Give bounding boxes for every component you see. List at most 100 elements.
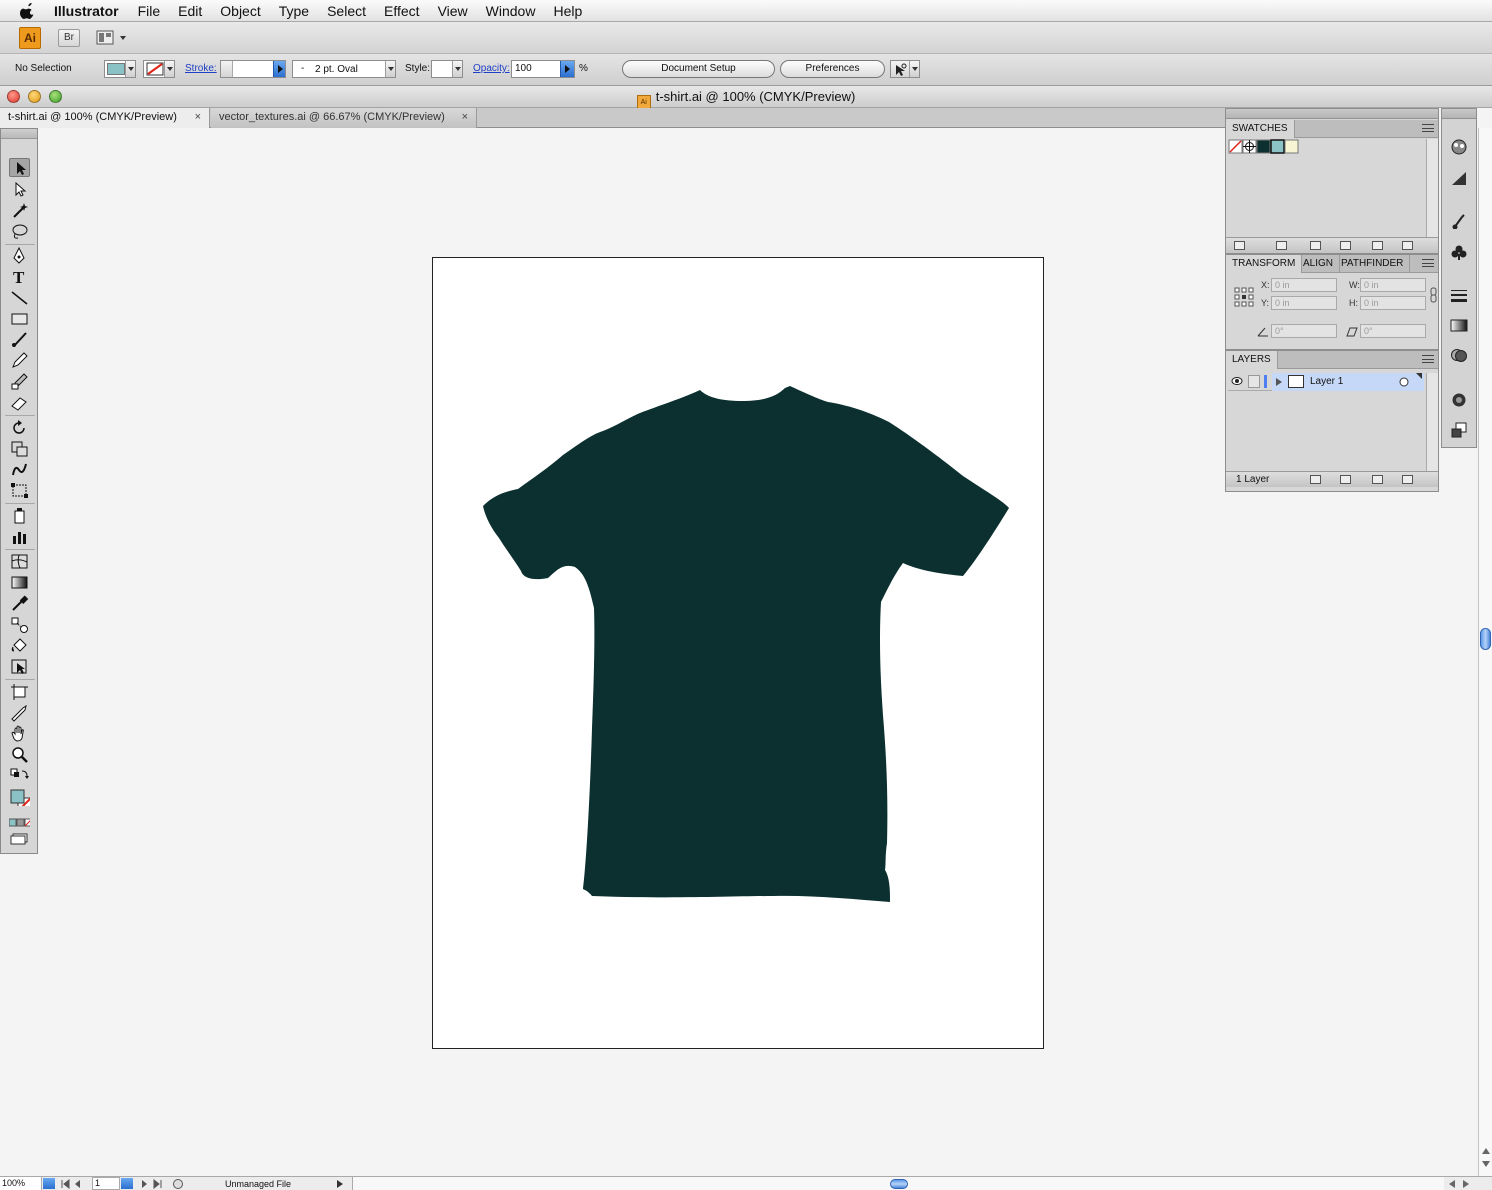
constrain-link-icon[interactable] xyxy=(1430,287,1438,303)
opacity-field[interactable]: 100 xyxy=(511,60,575,78)
trash-icon[interactable] xyxy=(1402,475,1413,484)
magic-wand-tool[interactable] xyxy=(9,201,30,220)
swatch-libraries-icon[interactable] xyxy=(1234,241,1245,250)
vertical-scrollbar[interactable] xyxy=(1478,128,1492,1176)
layers-scrollbar[interactable] xyxy=(1426,373,1438,471)
new-sublayer-icon[interactable] xyxy=(1340,475,1351,484)
free-transform-tool[interactable] xyxy=(9,481,30,500)
swatches-scrollbar[interactable] xyxy=(1426,139,1438,237)
appearance-panel-icon[interactable] xyxy=(1450,392,1468,408)
menu-type[interactable]: Type xyxy=(279,3,309,19)
control-panel-menu-button[interactable] xyxy=(890,60,920,78)
pencil-tool[interactable] xyxy=(9,351,30,370)
stroke-weight-field[interactable] xyxy=(220,60,286,78)
hand-tool[interactable] xyxy=(9,724,30,743)
tshirt-artwork[interactable] xyxy=(433,258,1045,1050)
arrange-documents-button[interactable] xyxy=(96,30,130,46)
preferences-button[interactable]: Preferences xyxy=(780,60,885,78)
close-tab-icon[interactable]: × xyxy=(195,108,201,127)
horizontal-scroll-thumb[interactable] xyxy=(890,1179,908,1189)
show-swatch-kinds-icon[interactable] xyxy=(1276,241,1287,250)
swatch-options-icon[interactable] xyxy=(1310,241,1321,250)
paintbrush-tool[interactable] xyxy=(9,330,30,349)
next-last-artboard-icons[interactable] xyxy=(138,1179,168,1189)
x-field[interactable]: 0 in xyxy=(1271,278,1337,292)
menu-help[interactable]: Help xyxy=(553,3,582,19)
menu-edit[interactable]: Edit xyxy=(178,3,202,19)
shear-field[interactable]: 0° xyxy=(1360,324,1426,338)
symbols-panel-icon[interactable] xyxy=(1450,244,1468,260)
stroke-weight-stepper[interactable] xyxy=(221,61,233,77)
y-field[interactable]: 0 in xyxy=(1271,296,1337,310)
menu-effect[interactable]: Effect xyxy=(384,3,420,19)
tools-panel-header[interactable] xyxy=(1,129,37,139)
zoom-field[interactable]: 100% xyxy=(0,1177,42,1190)
selection-tool[interactable] xyxy=(9,158,30,177)
tab-tshirt[interactable]: t-shirt.ai @ 100% (CMYK/Preview) × xyxy=(0,108,210,128)
eraser-tool[interactable] xyxy=(9,393,30,412)
live-paint-selection-tool[interactable] xyxy=(9,657,30,676)
reference-point-icon[interactable] xyxy=(1234,287,1254,307)
app-menu[interactable]: Illustrator xyxy=(54,3,119,19)
dock-header[interactable] xyxy=(1442,109,1476,119)
width-field[interactable]: 0 in xyxy=(1360,278,1426,292)
lock-toggle[interactable] xyxy=(1248,375,1260,388)
stroke-panel-icon[interactable] xyxy=(1450,287,1468,303)
line-segment-tool[interactable] xyxy=(9,288,30,307)
tab-vector-textures[interactable]: vector_textures.ai @ 66.67% (CMYK/Previe… xyxy=(211,108,477,128)
stroke-color-dropdown[interactable] xyxy=(143,60,175,78)
panel-menu-icon[interactable] xyxy=(1422,355,1434,363)
slice-tool[interactable] xyxy=(9,703,30,722)
expand-triangle-icon[interactable] xyxy=(1275,377,1283,387)
scale-tool[interactable] xyxy=(9,439,30,458)
menu-view[interactable]: View xyxy=(438,3,468,19)
artboard-dropdown-arrow-icon[interactable] xyxy=(121,1178,133,1189)
zoom-dropdown-arrow-icon[interactable] xyxy=(43,1178,55,1189)
height-field[interactable]: 0 in xyxy=(1360,296,1426,310)
scroll-down-arrow-icon[interactable] xyxy=(1481,1159,1491,1169)
direct-selection-tool[interactable] xyxy=(9,180,30,199)
first-previous-artboard-icons[interactable] xyxy=(60,1179,90,1189)
rotate-tool[interactable] xyxy=(9,418,30,437)
menu-object[interactable]: Object xyxy=(220,3,260,19)
artboard[interactable] xyxy=(432,257,1044,1049)
tab-align[interactable]: ALIGN xyxy=(1297,255,1341,273)
transparency-panel-icon[interactable] xyxy=(1450,347,1468,363)
artboard-number-field[interactable]: 1 xyxy=(92,1177,120,1190)
stroke-panel-link[interactable]: Stroke: xyxy=(185,63,217,74)
reveal-in-bridge-icon[interactable] xyxy=(172,1178,184,1190)
panel-menu-icon[interactable] xyxy=(1422,124,1434,132)
fill-stroke-swatches[interactable] xyxy=(9,787,32,813)
new-layer-icon[interactable] xyxy=(1372,475,1383,484)
panel-header[interactable] xyxy=(1226,109,1438,119)
warp-tool[interactable] xyxy=(9,460,30,479)
status-info[interactable]: Unmanaged File xyxy=(225,1179,291,1189)
mesh-tool[interactable] xyxy=(9,552,30,571)
eye-icon[interactable] xyxy=(1231,376,1243,386)
column-graph-tool[interactable] xyxy=(9,527,30,546)
layer-name[interactable]: Layer 1 xyxy=(1310,376,1343,387)
bridge-button[interactable]: Br xyxy=(58,29,80,47)
zoom-tool[interactable] xyxy=(9,745,30,764)
artboard-tool[interactable] xyxy=(9,682,30,701)
blend-tool[interactable] xyxy=(9,615,30,634)
tshirt-shape[interactable] xyxy=(483,386,1009,902)
live-paint-bucket-tool[interactable] xyxy=(9,636,30,655)
opacity-panel-link[interactable]: Opacity: xyxy=(473,63,510,74)
status-menu-arrow-icon[interactable] xyxy=(336,1179,344,1189)
make-clipping-mask-icon[interactable] xyxy=(1310,475,1321,484)
new-color-group-icon[interactable] xyxy=(1340,241,1351,250)
symbol-sprayer-tool[interactable] xyxy=(9,506,30,525)
menu-window[interactable]: Window xyxy=(486,3,536,19)
scroll-up-arrow-icon[interactable] xyxy=(1481,1146,1491,1156)
menu-select[interactable]: Select xyxy=(327,3,366,19)
new-swatch-icon[interactable] xyxy=(1372,241,1383,250)
color-mode-buttons[interactable] xyxy=(8,817,33,829)
trash-icon[interactable] xyxy=(1402,241,1413,250)
tab-pathfinder[interactable]: PATHFINDER xyxy=(1335,255,1411,273)
rotate-field[interactable]: 0° xyxy=(1271,324,1337,338)
default-fill-stroke-button[interactable] xyxy=(9,767,30,786)
eyedropper-tool[interactable] xyxy=(9,594,30,613)
brushes-panel-icon[interactable] xyxy=(1450,213,1468,229)
blob-brush-tool[interactable] xyxy=(9,372,30,391)
